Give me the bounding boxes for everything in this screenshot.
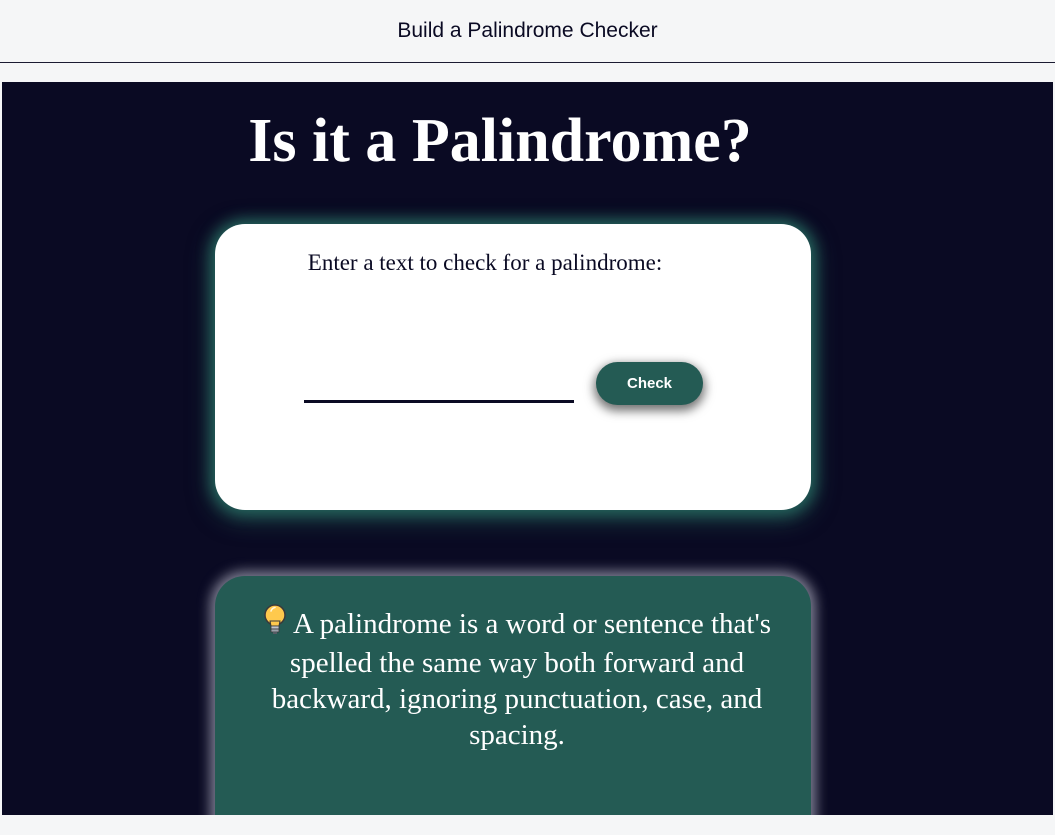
check-button[interactable]: Check <box>596 362 703 405</box>
top-bar: Build a Palindrome Checker <box>0 0 1055 63</box>
bottom-strip <box>0 815 1055 835</box>
lightbulb-icon <box>263 604 287 645</box>
page-title: Is it a Palindrome? <box>248 107 752 175</box>
app-title: Build a Palindrome Checker <box>397 19 658 42</box>
preview-viewport: Is it a Palindrome? Enter a text to chec… <box>2 82 1053 815</box>
text-input-label: Enter a text to check for a palindrome: <box>307 250 663 275</box>
definition-text: A palindrome is a word or sentence that'… <box>271 608 771 751</box>
definition-paragraph: A palindrome is a word or sentence that'… <box>237 604 797 753</box>
palindrome-definition-card: A palindrome is a word or sentence that'… <box>215 576 811 815</box>
palindrome-form-card: Enter a text to check for a palindrome: … <box>215 224 811 510</box>
text-input[interactable] <box>304 374 574 403</box>
